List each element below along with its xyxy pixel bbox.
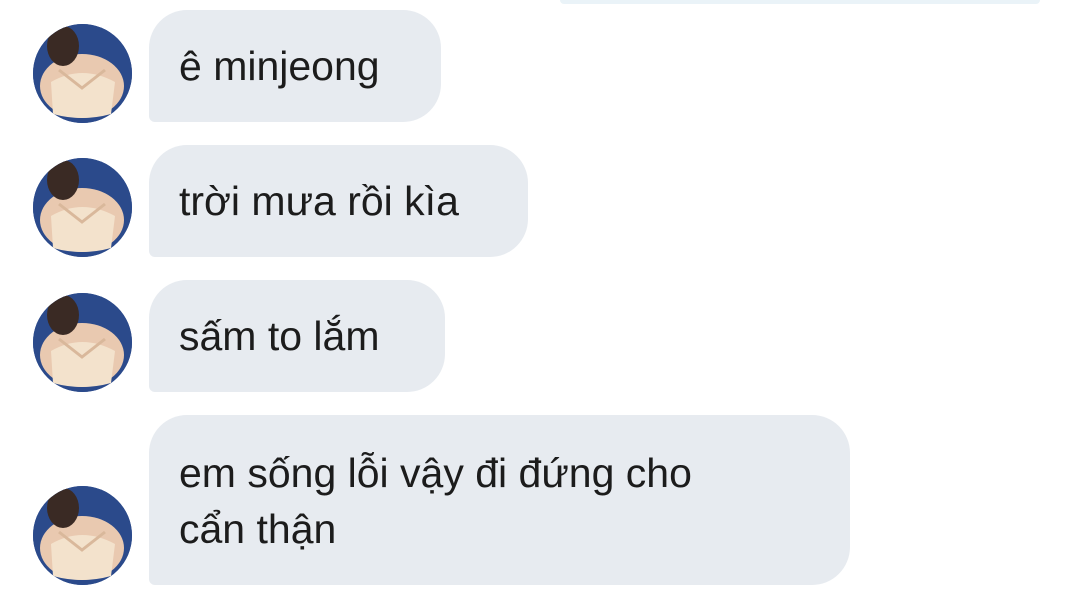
sender-avatar[interactable] [33,158,132,257]
message-bubble[interactable]: ê minjeong [149,10,441,122]
message-text: em sống lỗi vậy đi đứng cho cẩn thận [179,450,692,552]
message-bubble[interactable]: em sống lỗi vậy đi đứng cho cẩn thận [149,415,850,585]
message-text: trời mưa rồi kìa [179,178,459,224]
message-bubble[interactable]: sấm to lắm [149,280,445,392]
message-text: ê minjeong [179,43,380,89]
avatar-photo-icon [33,24,132,123]
previous-message-edge [560,0,1040,4]
message-bubble[interactable]: trời mưa rồi kìa [149,145,528,257]
avatar-photo-icon [33,158,132,257]
sender-avatar[interactable] [33,486,132,585]
chat-thread: ê minjeong trời mưa rồi kìa sấm to lắm e… [0,0,1080,602]
message-text: sấm to lắm [179,313,380,359]
avatar-photo-icon [33,486,132,585]
sender-avatar[interactable] [33,293,132,392]
sender-avatar[interactable] [33,24,132,123]
avatar-photo-icon [33,293,132,392]
